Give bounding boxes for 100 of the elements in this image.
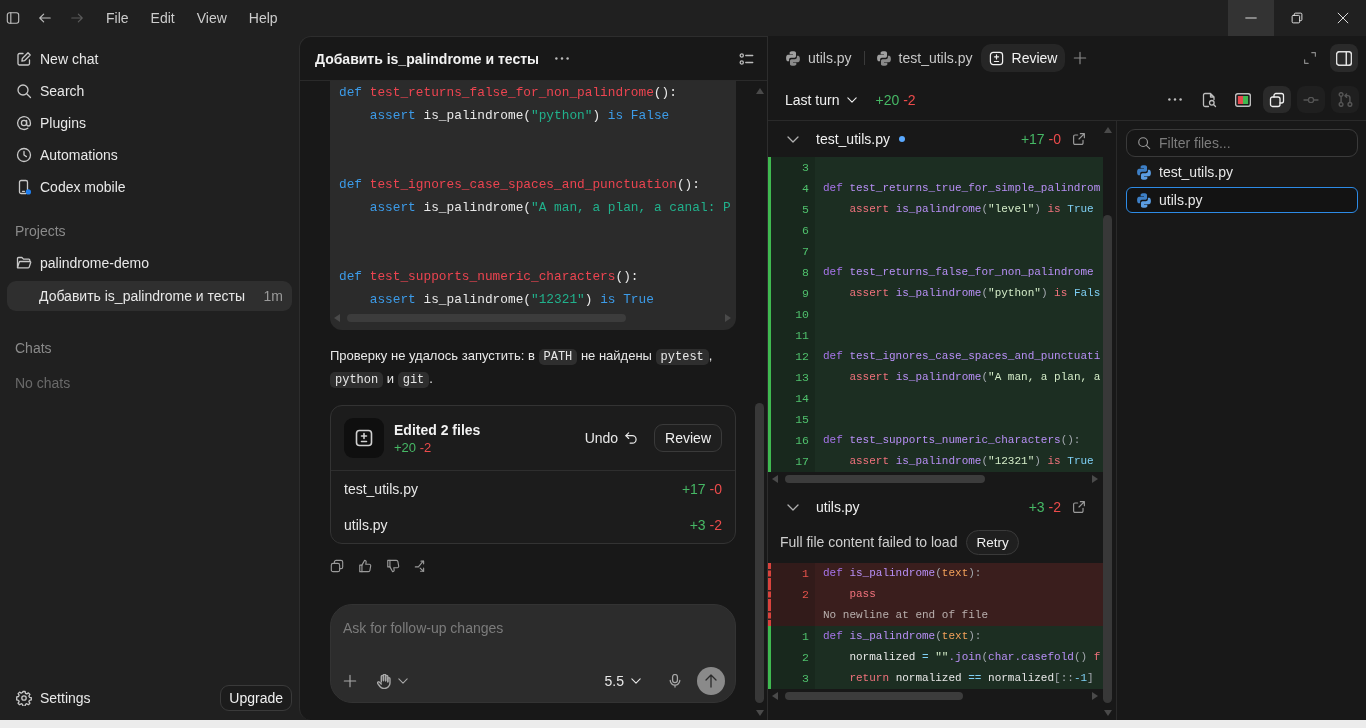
file-name[interactable]: test_utils.py xyxy=(816,131,890,147)
toolbar-button[interactable] xyxy=(1263,86,1291,113)
scrollbar-thumb[interactable] xyxy=(1103,215,1112,703)
section-label: Chats xyxy=(14,339,53,358)
panel-toggle-button[interactable] xyxy=(1330,44,1358,72)
menu-item[interactable]: View xyxy=(185,6,238,30)
chevron-down-icon[interactable] xyxy=(787,135,799,143)
chevron-down-icon[interactable] xyxy=(398,678,408,684)
code-line: def test_ignores_case_spaces_and_punctuati xyxy=(823,349,1101,364)
line-number: 15 xyxy=(771,409,815,430)
nav-item[interactable]: Plugins xyxy=(7,107,292,139)
diff-stats: +3 -2 xyxy=(1028,499,1061,515)
code-line: assert is_palindrome("12321") is True xyxy=(848,454,1094,469)
undo-icon xyxy=(625,432,638,444)
file-list-entry[interactable]: test_utils.py xyxy=(1126,159,1358,185)
line-number: 6 xyxy=(771,220,815,241)
split-view-icon xyxy=(1235,92,1251,107)
commit-icon xyxy=(1303,96,1319,103)
section-label: Projects xyxy=(14,222,67,241)
python-icon xyxy=(786,50,800,66)
line-number: 10 xyxy=(771,304,815,325)
tab[interactable]: Review xyxy=(980,44,1066,72)
settings-item[interactable]: Settings xyxy=(7,682,100,714)
python-icon xyxy=(1137,164,1151,180)
microphone-icon[interactable] xyxy=(669,674,681,688)
checklist-icon[interactable] xyxy=(739,52,754,65)
file-name[interactable]: utils.py xyxy=(816,499,860,515)
file-name[interactable]: test_utils.py xyxy=(344,481,418,497)
retry-button[interactable]: Retry xyxy=(966,529,1019,555)
close-icon xyxy=(1337,12,1349,24)
arrow-left-icon[interactable] xyxy=(38,11,52,25)
python-icon xyxy=(1137,192,1151,208)
scrollbar-thumb[interactable] xyxy=(785,692,963,700)
code-line: assert is_palindrome("python") is Fals xyxy=(848,286,1101,301)
menu-item[interactable]: Edit xyxy=(139,6,186,30)
scrollbar-thumb[interactable] xyxy=(755,403,764,703)
python-icon xyxy=(876,50,891,66)
search-icon xyxy=(1137,136,1151,150)
line-number: 13 xyxy=(771,367,815,388)
copy-icon[interactable] xyxy=(330,559,344,573)
line-number: 3 xyxy=(771,157,815,178)
scrollbar-thumb[interactable] xyxy=(785,475,985,483)
thumbs-up-icon[interactable] xyxy=(358,559,372,573)
diff-note: No newline at end of file xyxy=(823,609,989,621)
undo-button[interactable]: Undo xyxy=(584,430,638,446)
menu-item[interactable]: File xyxy=(95,6,140,30)
line-number: 12 xyxy=(771,346,815,367)
tab[interactable]: utils.py xyxy=(778,44,860,72)
more-icon xyxy=(1168,98,1182,101)
minimize-icon xyxy=(1245,17,1257,19)
code-line: def is_palindrome(text): xyxy=(823,566,982,581)
code-line: assert is_palindrome("A man, a plan, a xyxy=(848,370,1101,385)
chevron-down-icon xyxy=(631,678,641,684)
line-number: 16 xyxy=(771,430,815,451)
external-link-icon[interactable] xyxy=(1073,501,1085,513)
plus-minus-tile-icon xyxy=(344,418,384,458)
menu-item[interactable]: Help xyxy=(237,6,289,30)
code-line: def test_returns_false_for_non_palindrome xyxy=(823,265,1094,280)
tab[interactable]: test_utils.py xyxy=(868,44,981,72)
nav-item[interactable]: Codex mobile xyxy=(7,171,292,203)
file-search-icon xyxy=(1201,91,1217,108)
external-link-icon[interactable] xyxy=(1073,133,1085,145)
notice-text: Full file content failed to load xyxy=(780,534,958,550)
line-number: 8 xyxy=(771,262,815,283)
line-number: 5 xyxy=(771,199,815,220)
code-line: return normalized == normalized[::-1] xyxy=(848,671,1094,686)
code-line: assert is_palindrome("python") is False xyxy=(368,107,670,125)
hand-icon[interactable] xyxy=(377,673,391,689)
model-selector[interactable]: 5.5 xyxy=(604,673,641,689)
chevron-down-icon[interactable] xyxy=(787,503,799,511)
filter-field[interactable]: Filter files... xyxy=(1126,129,1358,157)
line-number: 17 xyxy=(771,451,815,472)
plus-minus-square-icon xyxy=(988,50,1004,66)
project-item[interactable]: palindrome-demo xyxy=(7,247,292,279)
thumbs-down-icon[interactable] xyxy=(386,559,400,573)
thread-item[interactable]: Добавить is_palindrome и тесты 1m xyxy=(7,281,292,311)
expand-icon[interactable] xyxy=(1304,52,1316,64)
line-number: 11 xyxy=(771,325,815,346)
nav-item[interactable]: New chat xyxy=(7,43,292,75)
thread-title: Добавить is_palindrome и тесты xyxy=(315,50,540,67)
more-icon[interactable] xyxy=(555,57,570,60)
code-line: def test_supports_numeric_characters(): xyxy=(823,433,1081,448)
review-button[interactable]: Review xyxy=(654,424,722,452)
line-number: 14 xyxy=(771,388,815,409)
code-line: normalized = "".join(char.casefold() f xyxy=(848,650,1101,665)
message-input[interactable]: Ask for follow-up changes xyxy=(343,617,725,639)
code-line: def test_ignores_case_spaces_and_punctuation(): xyxy=(339,176,700,194)
code-line: pass xyxy=(848,587,876,602)
filter-input[interactable]: Filter files... xyxy=(1159,135,1347,151)
sidebar-icon[interactable] xyxy=(6,11,20,25)
plus-icon[interactable] xyxy=(1073,51,1088,65)
upgrade-button[interactable]: Upgrade xyxy=(220,685,292,711)
file-list-entry[interactable]: utils.py xyxy=(1126,187,1358,213)
copy-icon xyxy=(1269,91,1285,108)
nav-item[interactable]: Automations xyxy=(7,139,292,171)
file-name[interactable]: utils.py xyxy=(344,517,388,533)
plus-icon[interactable] xyxy=(343,674,357,688)
nav-item[interactable]: Search xyxy=(7,75,292,107)
scope-dropdown[interactable]: Last turn xyxy=(785,91,858,108)
code-line: def test_returns_false_for_non_palindrome(): xyxy=(339,84,677,102)
